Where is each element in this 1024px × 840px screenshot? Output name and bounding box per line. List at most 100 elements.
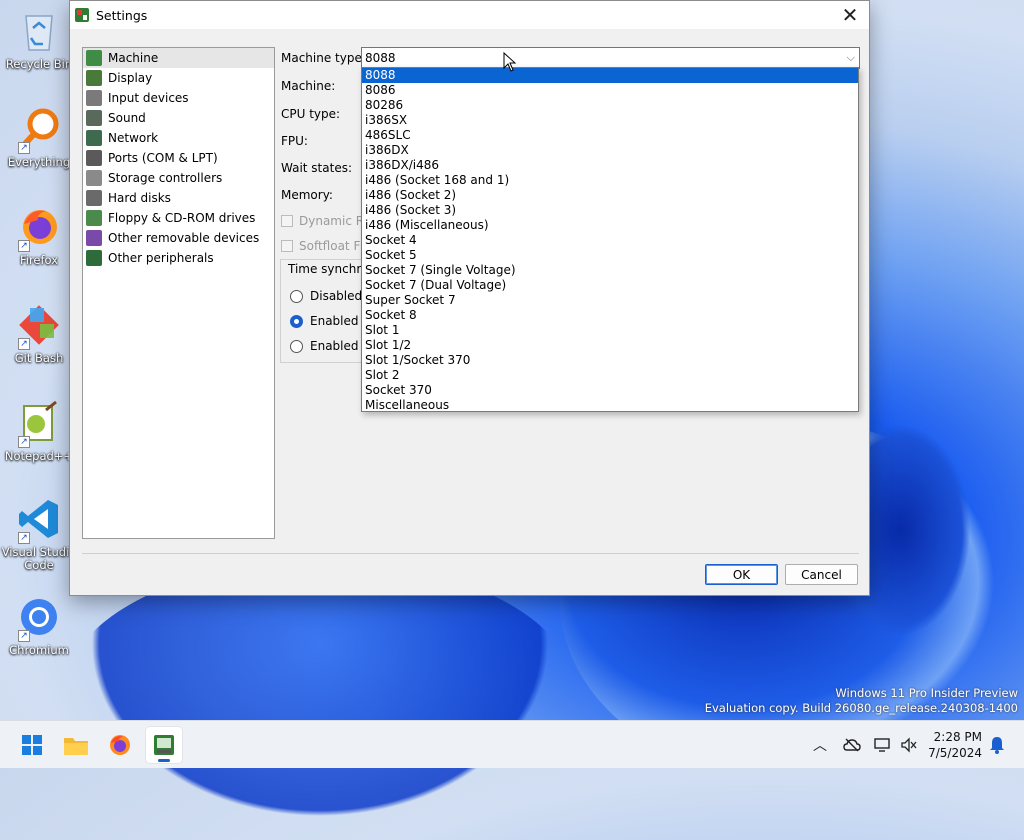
dropdown-option[interactable]: Miscellaneous	[362, 398, 858, 413]
mouse-cursor-icon	[503, 52, 517, 72]
notepad-plus-plus-icon: ↗	[16, 400, 62, 448]
shortcut-arrow-icon: ↗	[18, 532, 30, 544]
cloud-offline-icon[interactable]	[842, 735, 862, 755]
taskbar-emulator[interactable]	[146, 727, 182, 763]
nav-item-input-devices[interactable]: Input devices	[83, 88, 274, 108]
storage-icon	[86, 170, 102, 186]
chevron-down-icon: ⌵	[846, 51, 855, 64]
dropdown-option[interactable]: Socket 4	[362, 233, 858, 248]
dropdown-option[interactable]: Slot 1	[362, 323, 858, 338]
radio-time-sync-disabled[interactable]: Disabled	[290, 289, 362, 303]
nav-item-floppy-cdrom[interactable]: Floppy & CD-ROM drives	[83, 208, 274, 228]
close-button[interactable]: ✕	[835, 1, 865, 29]
dropdown-option[interactable]: i386SX	[362, 113, 858, 128]
title-bar[interactable]: Settings ✕	[70, 1, 869, 29]
dropdown-option[interactable]: Socket 370	[362, 383, 858, 398]
nav-item-display[interactable]: Display	[83, 68, 274, 88]
radio-time-sync-enabled-local[interactable]: Enabled (l	[290, 314, 370, 328]
nav-item-other-removable[interactable]: Other removable devices	[83, 228, 274, 248]
shortcut-arrow-icon: ↗	[18, 338, 30, 350]
system-clock[interactable]: 2:28 PM 7/5/2024	[928, 729, 982, 761]
wallpaper-swirl	[60, 560, 580, 840]
network-monitor-icon[interactable]	[873, 735, 893, 755]
git-icon: ↗	[16, 302, 62, 350]
desktop-icon-vscode[interactable]: ↗ Visual Studio Code	[0, 496, 78, 572]
shortcut-arrow-icon: ↗	[18, 630, 30, 642]
display-icon	[86, 70, 102, 86]
nav-item-network[interactable]: Network	[83, 128, 274, 148]
divider	[82, 553, 859, 554]
removable-icon	[86, 230, 102, 246]
dropdown-option[interactable]: 8088	[362, 68, 858, 83]
recycle-bin-icon	[16, 8, 62, 54]
dropdown-option[interactable]: Slot 1/Socket 370	[362, 353, 858, 368]
time-sync-title: Time synchro	[288, 262, 371, 276]
fpu-label: FPU:	[281, 134, 308, 148]
desktop-icon-firefox[interactable]: ↗ Firefox	[0, 204, 78, 267]
dropdown-option[interactable]: Socket 5	[362, 248, 858, 263]
wait-states-label: Wait states:	[281, 161, 352, 175]
ports-icon	[86, 150, 102, 166]
start-button[interactable]	[14, 727, 50, 763]
memory-label: Memory:	[281, 188, 333, 202]
dropdown-option[interactable]: Slot 1/2	[362, 338, 858, 353]
volume-muted-icon[interactable]	[899, 735, 919, 755]
chevron-up-icon[interactable]: ︿	[810, 735, 830, 755]
desktop-icon-notepad-plus-plus[interactable]: ↗ Notepad++	[0, 400, 78, 463]
machine-label: Machine:	[281, 79, 336, 93]
windows-watermark: Windows 11 Pro Insider Preview Evaluatio…	[704, 686, 1018, 715]
dropdown-option[interactable]: i486 (Miscellaneous)	[362, 218, 858, 233]
nav-item-hard-disks[interactable]: Hard disks	[83, 188, 274, 208]
dropdown-option[interactable]: 8086	[362, 83, 858, 98]
nav-item-sound[interactable]: Sound	[83, 108, 274, 128]
shortcut-arrow-icon: ↗	[18, 240, 30, 252]
shortcut-arrow-icon: ↗	[18, 142, 30, 154]
nav-item-storage-controllers[interactable]: Storage controllers	[83, 168, 274, 188]
machine-type-select[interactable]: 8088 ⌵	[361, 47, 860, 69]
window-title: Settings	[96, 7, 148, 23]
machine-type-dropdown-list: 8088 8086 80286 i386SX 486SLC i386DX i386DX/i4…	[361, 67, 859, 412]
clock-time: 2:28 PM	[933, 730, 982, 744]
dropdown-option[interactable]: 486SLC	[362, 128, 858, 143]
nav-item-machine[interactable]: Machine	[83, 48, 274, 68]
cancel-button[interactable]: Cancel	[785, 564, 858, 585]
desktop-icon-chromium[interactable]: ↗ Chromium	[0, 594, 78, 657]
dropdown-option[interactable]: i486 (Socket 3)	[362, 203, 858, 218]
chromium-icon: ↗	[16, 594, 62, 642]
taskbar-file-explorer[interactable]	[58, 727, 94, 763]
dropdown-option[interactable]: 80286	[362, 98, 858, 113]
emulator-app-icon	[154, 735, 174, 755]
desktop-icon-recycle-bin[interactable]: Recycle Bin	[0, 8, 78, 71]
notification-bell-icon[interactable]	[987, 735, 1007, 755]
taskbar-firefox[interactable]	[102, 727, 138, 763]
nav-item-ports[interactable]: Ports (COM & LPT)	[83, 148, 274, 168]
desktop-icon-git-bash[interactable]: ↗ Git Bash	[0, 302, 78, 365]
search-magnifier-icon: ↗	[16, 106, 62, 154]
dynamic-recompiler-checkbox[interactable]: Dynamic Re	[281, 214, 371, 228]
clock-date: 7/5/2024	[928, 746, 982, 760]
network-icon	[86, 130, 102, 146]
dropdown-option[interactable]: Socket 8	[362, 308, 858, 323]
vscode-icon: ↗	[16, 496, 62, 544]
desktop-icon-everything[interactable]: ↗ Everything	[0, 106, 78, 169]
dropdown-option[interactable]: Socket 7 (Single Voltage)	[362, 263, 858, 278]
dropdown-option[interactable]: i386DX	[362, 143, 858, 158]
dropdown-option[interactable]: i486 (Socket 2)	[362, 188, 858, 203]
dropdown-option[interactable]: Super Socket 7	[362, 293, 858, 308]
firefox-icon: ↗	[16, 204, 62, 252]
dropdown-option[interactable]: Slot 2	[362, 368, 858, 383]
nav-item-other-peripherals[interactable]: Other peripherals	[83, 248, 274, 268]
dropdown-option[interactable]: i486 (Socket 168 and 1)	[362, 173, 858, 188]
shortcut-arrow-icon: ↗	[18, 436, 30, 448]
settings-category-list: Machine Display Input devices Sound Netw…	[82, 47, 275, 539]
machine-type-label: Machine type:	[281, 51, 366, 65]
hard-disk-icon	[86, 190, 102, 206]
ok-button[interactable]: OK	[705, 564, 778, 585]
dropdown-option[interactable]: Socket 7 (Dual Voltage)	[362, 278, 858, 293]
dropdown-option[interactable]: i386DX/i486	[362, 158, 858, 173]
taskbar: ︿ 2:28 PM 7/5/2024	[0, 720, 1024, 768]
cpu-type-label: CPU type:	[281, 107, 341, 121]
firefox-icon	[110, 735, 130, 755]
windows-logo-icon	[22, 735, 42, 755]
keyboard-icon	[86, 90, 102, 106]
